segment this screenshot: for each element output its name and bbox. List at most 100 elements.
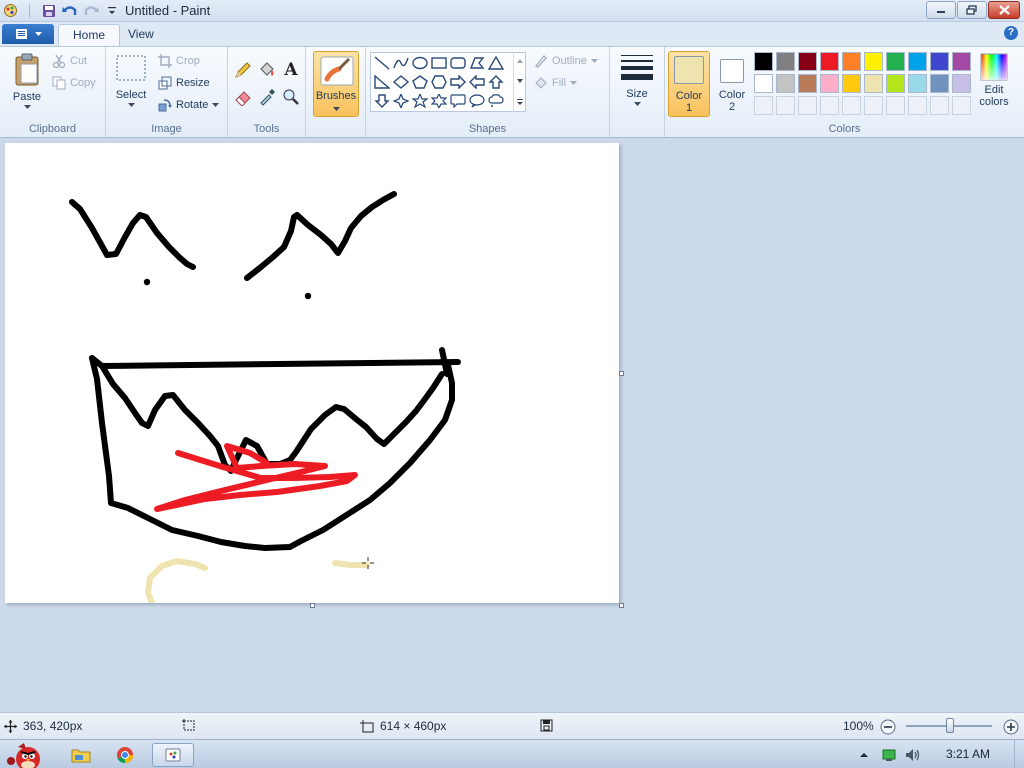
resize-handle-right[interactable] bbox=[619, 371, 624, 376]
pentagon-shape[interactable] bbox=[411, 73, 429, 91]
tab-view[interactable]: View bbox=[114, 24, 168, 46]
taskbar-chrome[interactable] bbox=[108, 743, 142, 767]
drawing-canvas[interactable] bbox=[5, 143, 619, 603]
palette-swatch[interactable] bbox=[776, 74, 795, 93]
custom-color-slot[interactable] bbox=[776, 96, 795, 115]
paste-button[interactable]: Paste bbox=[8, 53, 46, 110]
show-hidden-icons[interactable] bbox=[855, 743, 873, 767]
close-button[interactable] bbox=[988, 1, 1020, 19]
color2-button[interactable]: Color 2 bbox=[712, 51, 752, 117]
tab-home[interactable]: Home bbox=[58, 24, 121, 46]
magnifier-tool[interactable] bbox=[281, 87, 301, 107]
oval-shape[interactable] bbox=[411, 54, 429, 72]
cut-button[interactable]: Cut bbox=[52, 54, 87, 68]
custom-color-slot[interactable] bbox=[864, 96, 883, 115]
custom-color-slot[interactable] bbox=[798, 96, 817, 115]
palette-swatch[interactable] bbox=[930, 74, 949, 93]
taskbar-clock[interactable]: 3:21 AM bbox=[946, 747, 990, 761]
palette-swatch[interactable] bbox=[908, 52, 927, 71]
start-button[interactable] bbox=[2, 743, 50, 768]
resize-handle-bottom[interactable] bbox=[310, 603, 315, 608]
palette-swatch[interactable] bbox=[864, 52, 883, 71]
six-point-star-shape[interactable] bbox=[430, 92, 448, 110]
outline-button[interactable]: Outline bbox=[534, 54, 598, 68]
custom-color-slot[interactable] bbox=[842, 96, 861, 115]
curve-shape[interactable] bbox=[392, 54, 410, 72]
undo-icon[interactable] bbox=[61, 2, 78, 19]
custom-color-slot[interactable] bbox=[908, 96, 927, 115]
canvas-workspace[interactable] bbox=[0, 138, 1024, 712]
shapes-scrollbar[interactable] bbox=[513, 53, 525, 111]
palette-swatch[interactable] bbox=[798, 74, 817, 93]
minimize-button[interactable] bbox=[926, 1, 956, 19]
show-desktop-button[interactable] bbox=[1014, 740, 1024, 768]
palette-swatch[interactable] bbox=[930, 52, 949, 71]
fill-tool[interactable] bbox=[257, 60, 277, 80]
eraser-tool[interactable] bbox=[233, 87, 253, 107]
color-picker-tool[interactable] bbox=[257, 87, 277, 107]
color1-button[interactable]: Color 1 bbox=[668, 51, 710, 117]
palette-swatch[interactable] bbox=[952, 74, 971, 93]
palette-swatch[interactable] bbox=[886, 52, 905, 71]
polygon-shape[interactable] bbox=[468, 54, 486, 72]
taskbar-paint[interactable] bbox=[152, 743, 194, 767]
taskbar-explorer[interactable] bbox=[64, 743, 98, 767]
palette-swatch[interactable] bbox=[952, 52, 971, 71]
palette-swatch[interactable] bbox=[908, 74, 927, 93]
rotate-button[interactable]: Rotate bbox=[158, 98, 220, 112]
size-button[interactable]: Size bbox=[618, 53, 656, 107]
edit-colors-button[interactable]: Edit colors bbox=[976, 53, 1012, 108]
save-icon[interactable] bbox=[40, 2, 57, 19]
pencil-tool[interactable] bbox=[233, 60, 253, 80]
file-menu-button[interactable] bbox=[2, 24, 54, 44]
tray-volume[interactable] bbox=[902, 743, 924, 767]
rectangle-shape[interactable] bbox=[430, 54, 448, 72]
down-arrow-shape[interactable] bbox=[373, 92, 391, 110]
cloud-callout-shape[interactable] bbox=[487, 92, 505, 110]
custom-color-slot[interactable] bbox=[930, 96, 949, 115]
line-shape[interactable] bbox=[373, 54, 391, 72]
resize-button[interactable]: Resize bbox=[158, 76, 210, 90]
four-point-star-shape[interactable] bbox=[392, 92, 410, 110]
palette-swatch[interactable] bbox=[754, 52, 773, 71]
palette-swatch[interactable] bbox=[798, 52, 817, 71]
palette-swatch[interactable] bbox=[842, 74, 861, 93]
right-triangle-shape[interactable] bbox=[373, 73, 391, 91]
customize-qat-icon[interactable] bbox=[103, 2, 120, 19]
palette-swatch[interactable] bbox=[820, 74, 839, 93]
crop-button[interactable]: Crop bbox=[158, 54, 200, 68]
tray-network[interactable] bbox=[878, 743, 900, 767]
up-arrow-shape[interactable] bbox=[487, 73, 505, 91]
help-icon[interactable]: ? bbox=[1004, 26, 1018, 40]
text-tool[interactable]: A bbox=[281, 60, 301, 80]
palette-swatch[interactable] bbox=[820, 52, 839, 71]
custom-color-slot[interactable] bbox=[820, 96, 839, 115]
diamond-shape[interactable] bbox=[392, 73, 410, 91]
rounded-callout-shape[interactable] bbox=[449, 92, 467, 110]
copy-button[interactable]: Copy bbox=[52, 76, 96, 90]
custom-color-slot[interactable] bbox=[754, 96, 773, 115]
rounded-rectangle-shape[interactable] bbox=[449, 54, 467, 72]
five-point-star-shape[interactable] bbox=[411, 92, 429, 110]
zoom-slider-thumb[interactable] bbox=[946, 718, 954, 733]
palette-swatch[interactable] bbox=[864, 74, 883, 93]
paint-app-icon[interactable] bbox=[2, 2, 19, 19]
zoom-out-button[interactable] bbox=[880, 719, 896, 735]
select-button[interactable]: Select bbox=[114, 55, 148, 108]
oval-callout-shape[interactable] bbox=[468, 92, 486, 110]
hexagon-shape[interactable] bbox=[430, 73, 448, 91]
fill-button[interactable]: Fill bbox=[534, 76, 578, 90]
palette-swatch[interactable] bbox=[754, 74, 773, 93]
restore-button[interactable] bbox=[957, 1, 987, 19]
palette-swatch[interactable] bbox=[776, 52, 795, 71]
right-arrow-shape[interactable] bbox=[449, 73, 467, 91]
triangle-shape[interactable] bbox=[487, 54, 505, 72]
palette-swatch[interactable] bbox=[842, 52, 861, 71]
resize-handle-corner[interactable] bbox=[619, 603, 624, 608]
custom-color-slot[interactable] bbox=[952, 96, 971, 115]
zoom-in-button[interactable] bbox=[1003, 719, 1019, 735]
redo-icon[interactable] bbox=[82, 2, 99, 19]
palette-swatch[interactable] bbox=[886, 74, 905, 93]
custom-color-slot[interactable] bbox=[886, 96, 905, 115]
left-arrow-shape[interactable] bbox=[468, 73, 486, 91]
